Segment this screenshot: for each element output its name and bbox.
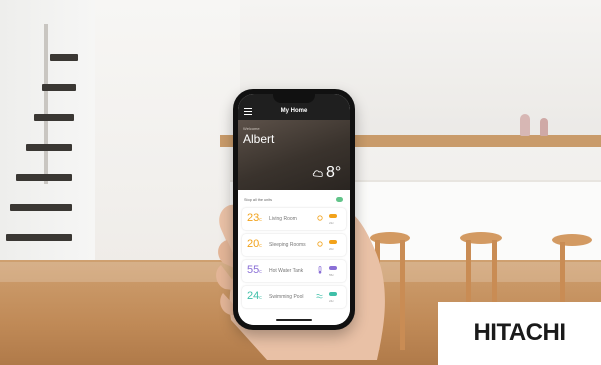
zone-toggle[interactable] [329,266,337,270]
zone-toggle[interactable] [329,240,337,244]
zone-setpoint: 55c [329,273,334,277]
zone-temperature: 20c [247,238,262,250]
sun-icon [317,215,323,221]
vase [520,114,530,136]
brand-logo: HITACHI [438,302,601,365]
zone-name: Swimming Pool [269,294,304,300]
zone-card-sleeping-rooms[interactable]: 20c Sleeping Rooms 20c [242,234,346,256]
zone-name: Hot Water Tank [269,268,304,274]
zone-card-swimming-pool[interactable]: 24c Swimming Pool 24c [242,286,346,308]
sun-icon [317,241,323,247]
brand-logo-text: HITACHI [473,319,566,346]
welcome-banner: Welcome Albert 8° [238,120,350,190]
bar-stool [552,234,592,246]
waves-icon [316,294,323,299]
thermometer-icon [318,266,322,274]
zone-name: Living Room [269,216,297,222]
stop-all-toggle[interactable] [336,197,343,202]
home-indicator [276,319,312,321]
stop-all-label: Stop all the units [244,198,273,202]
welcome-label: Welcome [243,126,260,131]
cloud-icon [312,170,323,177]
zone-temperature: 55c [247,264,262,276]
zone-name: Sleeping Rooms [269,242,306,248]
zone-temperature: 23c [247,212,262,224]
smartphone: My Home Welcome Albert 8° Stop all the u… [233,89,355,330]
zone-setpoint: 22c [329,221,334,225]
user-name: Albert [243,132,275,146]
zone-list: Stop all the units 23c Living Room 22c 2… [238,190,350,325]
phone-notch [273,94,315,103]
zone-setpoint: 24c [329,299,334,303]
zone-temperature: 24c [247,290,262,302]
staircase [6,14,86,274]
vase [540,118,548,136]
zone-toggle[interactable] [329,292,337,296]
phone-screen: My Home Welcome Albert 8° Stop all the u… [238,94,350,325]
zone-card-living-room[interactable]: 23c Living Room 22c [242,208,346,230]
zone-setpoint: 20c [329,247,334,251]
zone-toggle[interactable] [329,214,337,218]
zone-card-hot-water-tank[interactable]: 55c Hot Water Tank 55c [242,260,346,282]
app-title: My Home [280,108,308,114]
outdoor-temperature: 8° [326,164,342,181]
